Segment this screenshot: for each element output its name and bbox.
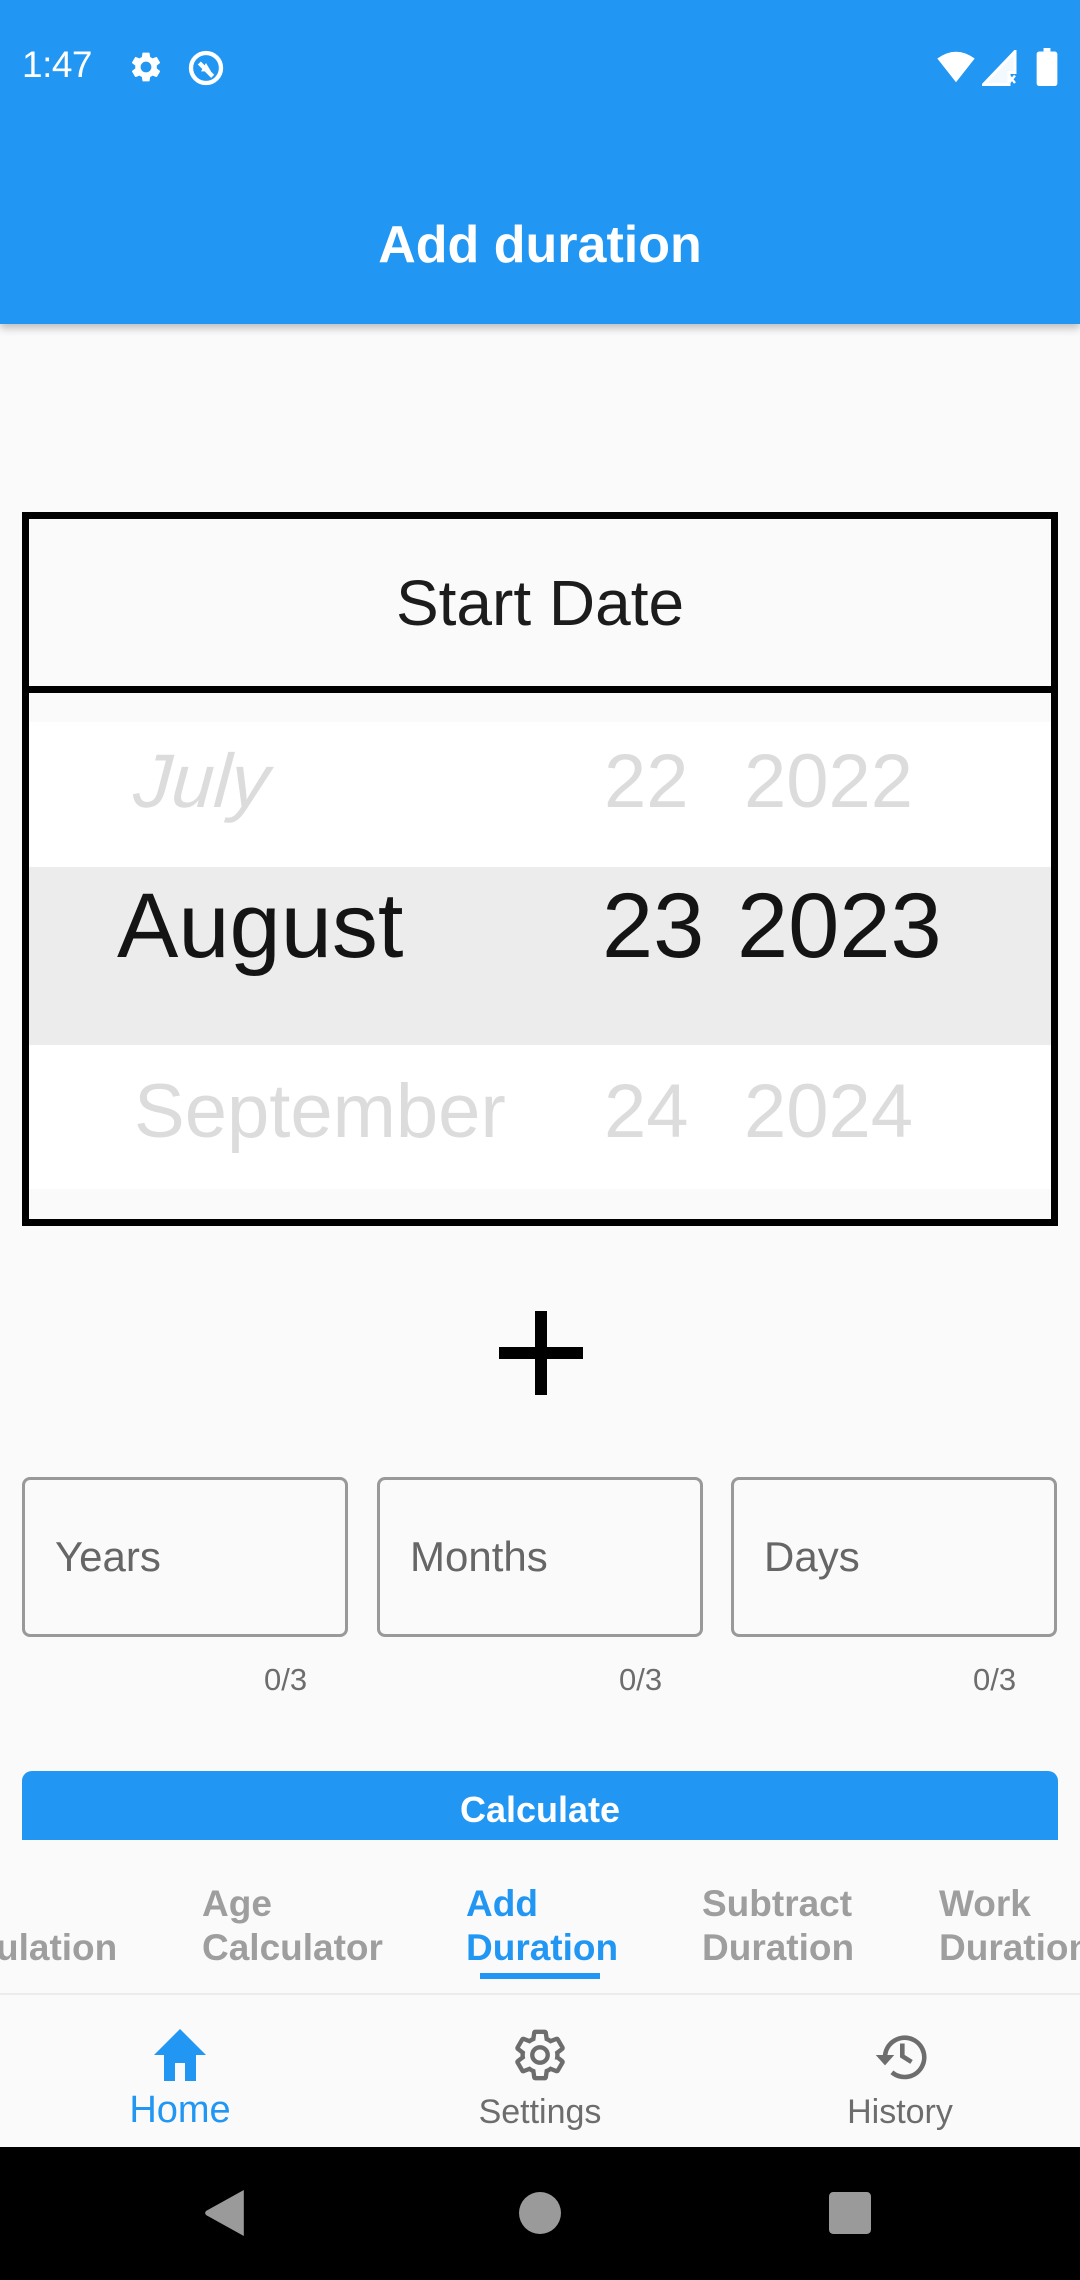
system-navigation-bar — [0, 2147, 1080, 2280]
bottom-navigation: Home Settings History — [0, 1993, 1080, 2147]
years-input[interactable] — [25, 1480, 345, 1634]
picker-row-previous[interactable]: July 22 2022 — [29, 738, 1051, 858]
wifi-icon — [935, 50, 977, 84]
picker-day[interactable]: 24 — [604, 1068, 689, 1155]
tab-subtract-duration[interactable]: Subtract Duration — [702, 1882, 854, 1970]
date-picker-wheel[interactable]: July 22 2022 August 23 2023 September 24… — [29, 700, 1051, 1219]
calculate-button-container: Calculate — [22, 1771, 1058, 1840]
plus-icon — [499, 1311, 583, 1395]
days-char-counter: 0/3 — [973, 1662, 1017, 1697]
page-title: Add duration — [378, 216, 702, 274]
picker-day[interactable]: 22 — [604, 738, 689, 825]
picker-row-next[interactable]: September 24 2024 — [29, 1068, 1051, 1188]
tab-calculation[interactable]: ulation — [0, 1926, 117, 1970]
start-date-label: Start Date — [29, 519, 1051, 693]
start-date-card: Start Date July 22 2022 August 23 2023 S… — [22, 512, 1058, 1226]
months-field[interactable] — [377, 1477, 703, 1637]
battery-icon — [1036, 48, 1058, 86]
settings-icon — [511, 2025, 569, 2085]
tab-work-duration[interactable]: Work Duration — [939, 1882, 1080, 1970]
picker-month[interactable]: July — [131, 738, 272, 825]
home-circle-icon[interactable] — [519, 2192, 561, 2239]
days-input[interactable] — [734, 1480, 1054, 1634]
settings-gear-icon — [128, 48, 164, 86]
years-field[interactable] — [22, 1477, 348, 1637]
calculator-tab-strip[interactable]: ulation Age Calculator Add Duration Subt… — [0, 1840, 1080, 1990]
nav-history[interactable]: History — [720, 1995, 1080, 2149]
months-char-counter: 0/3 — [619, 1662, 663, 1697]
picker-row-selected[interactable]: August 23 2023 — [29, 874, 1051, 994]
picker-month[interactable]: September — [134, 1068, 506, 1155]
data-saver-icon — [186, 48, 226, 88]
nav-settings[interactable]: Settings — [360, 1995, 720, 2149]
app-bar: 1:47 Add duration — [0, 0, 1080, 324]
tab-add-duration[interactable]: Add Duration — [466, 1882, 618, 1970]
calculate-button-label: Calculate — [459, 1789, 621, 1830]
years-char-counter: 0/3 — [264, 1662, 308, 1697]
home-icon — [152, 2025, 208, 2085]
cell-signal-no-data-icon — [982, 50, 1018, 86]
nav-home-label: Home — [129, 2089, 231, 2131]
months-input[interactable] — [380, 1480, 700, 1634]
nav-history-label: History — [847, 2093, 953, 2131]
picker-year[interactable]: 2022 — [744, 738, 913, 825]
picker-year[interactable]: 2024 — [744, 1068, 913, 1155]
status-bar: 1:47 — [0, 0, 1080, 135]
picker-year-selected[interactable]: 2023 — [737, 874, 942, 979]
tab-age-calculator[interactable]: Age Calculator — [202, 1882, 383, 1970]
status-time: 1:47 — [22, 44, 93, 85]
nav-home[interactable]: Home — [0, 1995, 360, 2149]
recents-icon[interactable] — [829, 2192, 871, 2239]
calculate-button[interactable]: Calculate — [22, 1771, 1058, 1840]
nav-settings-label: Settings — [478, 2093, 602, 2131]
active-tab-indicator — [480, 1973, 600, 1979]
days-field[interactable] — [731, 1477, 1057, 1637]
back-icon[interactable] — [204, 2190, 246, 2241]
history-icon — [870, 2025, 930, 2085]
picker-day-selected[interactable]: 23 — [602, 874, 704, 979]
picker-month-selected[interactable]: August — [117, 874, 403, 979]
